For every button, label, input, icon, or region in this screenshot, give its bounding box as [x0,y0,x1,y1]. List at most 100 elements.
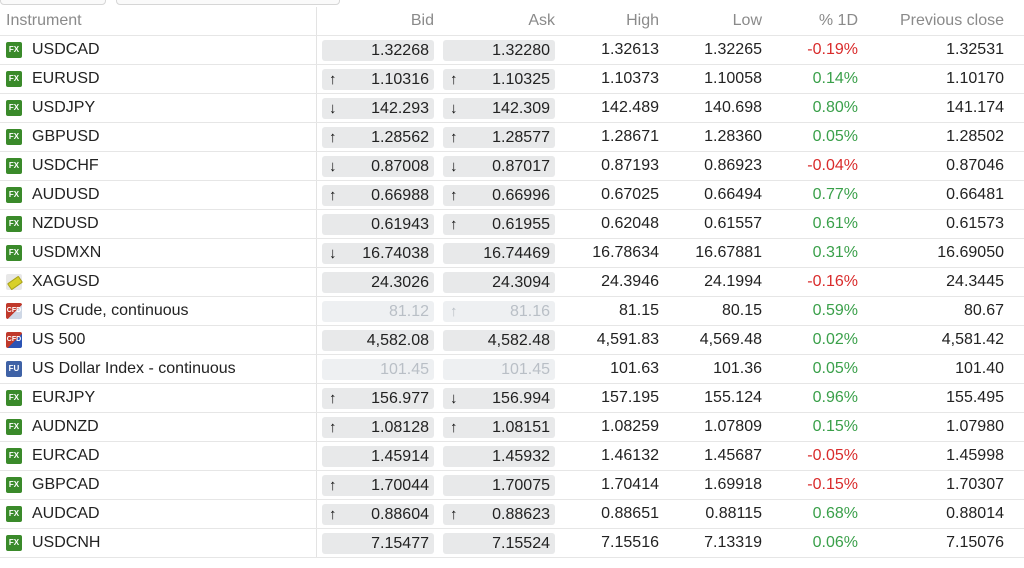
instrument-cell[interactable]: FX USDJPY [6,94,311,122]
column-separator[interactable] [316,7,317,35]
bid-button[interactable]: 4,582.08 [322,330,434,351]
ask-trend-arrow-icon: ↑ [450,303,458,320]
bid-button[interactable]: ↑ 1.70044 [322,475,434,496]
ask-button[interactable]: ↑ 1.08151 [443,417,555,438]
table-row[interactable]: FX USDCNH 7.15477 7.15524 7.15516 7.13319 0.06… [0,529,1024,558]
table-header: Instrument Bid Ask High Low % 1D Previou… [0,7,1024,36]
ask-button[interactable]: ↑ 0.61955 [443,214,555,235]
table-row[interactable]: CFD US 500 4,582.08 4,582.48 4,591.83 4,569.4… [0,326,1024,355]
ask-button[interactable]: 1.32280 [443,40,555,61]
instrument-cell[interactable]: XAGUSD [6,268,311,296]
ask-button[interactable]: 101.45 [443,359,555,380]
table-row[interactable]: CFD US Crude, continuous 81.12 ↑ 81.16 81.15 8… [0,297,1024,326]
instrument-cell[interactable]: FX USDCNH [6,529,311,557]
ask-button[interactable]: 1.45932 [443,446,555,467]
instrument-name: AUDNZD [32,418,99,435]
ask-button[interactable]: 16.74469 [443,243,555,264]
ask-value: 1.45932 [492,448,550,465]
bid-button[interactable]: 101.45 [322,359,434,380]
bid-button[interactable]: 81.12 [322,301,434,322]
table-row[interactable]: FX USDCAD 1.32268 1.32280 1.32613 1.32265 -0.1… [0,36,1024,65]
bid-button[interactable]: ↑ 1.08128 [322,417,434,438]
column-separator [316,442,317,470]
ask-button[interactable]: ↑ 1.28577 [443,127,555,148]
instrument-cell[interactable]: FX EURJPY [6,384,311,412]
high-value: 0.88651 [601,505,659,522]
ask-button[interactable]: ↑ 0.88623 [443,504,555,525]
table-row[interactable]: FX NZDUSD 0.61943 ↑ 0.61955 0.62048 0.61557 0.6… [0,210,1024,239]
ask-button[interactable]: ↓ 142.309 [443,98,555,119]
bid-button[interactable]: 1.45914 [322,446,434,467]
table-row[interactable]: FU US Dollar Index - continuous 101.45 101.… [0,355,1024,384]
bid-button[interactable]: 7.15477 [322,533,434,554]
ask-value: 0.87017 [492,158,550,175]
header-high[interactable]: High [560,7,659,35]
instrument-cell[interactable]: FX USDCAD [6,36,311,64]
table-row[interactable]: FX USDJPY ↓ 142.293 ↓ 142.309 142.489 140.698 0.… [0,94,1024,123]
change-1d-value: 0.61% [812,215,858,232]
ask-button[interactable]: ↑ 1.10325 [443,69,555,90]
toolbar-input-1[interactable] [0,0,106,5]
instrument-cell[interactable]: FX AUDNZD [6,413,311,441]
fx-badge-icon: FX [6,419,22,435]
header-pct-1d[interactable]: % 1D [768,7,858,35]
table-row[interactable]: FX USDMXN ↓ 16.74038 16.74469 16.78634 16.6788… [0,239,1024,268]
instrument-cell[interactable]: CFD US 500 [6,326,311,354]
header-previous-close[interactable]: Previous close [864,7,1004,35]
instrument-cell[interactable]: FX AUDUSD [6,181,311,209]
table-row[interactable]: FX AUDUSD ↑ 0.66988 ↑ 0.66996 0.67025 0.66494 0.… [0,181,1024,210]
ask-button[interactable]: 1.70075 [443,475,555,496]
bid-button[interactable]: ↑ 0.66988 [322,185,434,206]
header-instrument[interactable]: Instrument [6,7,311,35]
header-bid[interactable]: Bid [322,7,434,35]
bid-value: 1.08128 [371,419,429,436]
instrument-cell[interactable]: FX GBPCAD [6,471,311,499]
change-1d-value: -0.15% [807,476,858,493]
header-low[interactable]: Low [664,7,762,35]
bid-button[interactable]: 0.61943 [322,214,434,235]
table-row[interactable]: FX AUDCAD ↑ 0.88604 ↑ 0.88623 0.88651 0.88115 0.… [0,500,1024,529]
bid-button[interactable]: 1.32268 [322,40,434,61]
instrument-cell[interactable]: FX EURUSD [6,65,311,93]
table-row[interactable]: FX GBPCAD ↑ 1.70044 1.70075 1.70414 1.69918 -0.… [0,471,1024,500]
ask-button[interactable]: ↑ 0.66996 [443,185,555,206]
toolbar-input-2[interactable] [116,0,340,5]
header-ask[interactable]: Ask [443,7,555,35]
instrument-cell[interactable]: FX EURCAD [6,442,311,470]
bid-button[interactable]: 24.3026 [322,272,434,293]
ask-button[interactable]: 7.15524 [443,533,555,554]
table-row[interactable]: FX EURCAD 1.45914 1.45932 1.46132 1.45687 -0.0… [0,442,1024,471]
table-row[interactable]: FX USDCHF ↓ 0.87008 ↓ 0.87017 0.87193 0.86923 -0… [0,152,1024,181]
instrument-cell[interactable]: FX NZDUSD [6,210,311,238]
bid-button[interactable]: ↑ 1.28562 [322,127,434,148]
bid-button[interactable]: ↓ 16.74038 [322,243,434,264]
ask-button[interactable]: ↓ 156.994 [443,388,555,409]
bid-button[interactable]: ↑ 156.977 [322,388,434,409]
ask-button[interactable]: 24.3094 [443,272,555,293]
ask-value: 1.32280 [492,42,550,59]
ask-button[interactable]: ↓ 0.87017 [443,156,555,177]
table-row[interactable]: XAGUSD 24.3026 24.3094 24.3946 24.1994 -0.16%… [0,268,1024,297]
instrument-cell[interactable]: FX USDCHF [6,152,311,180]
table-row[interactable]: FX GBPUSD ↑ 1.28562 ↑ 1.28577 1.28671 1.28360 0.… [0,123,1024,152]
low-value: 16.67881 [695,244,762,261]
ask-trend-arrow-icon: ↑ [450,506,458,523]
table-row[interactable]: FX EURJPY ↑ 156.977 ↓ 156.994 157.195 155.124 0.… [0,384,1024,413]
instrument-cell[interactable]: FU US Dollar Index - continuous [6,355,311,383]
bid-button[interactable]: ↓ 142.293 [322,98,434,119]
ask-button[interactable]: 4,582.48 [443,330,555,351]
bid-button[interactable]: ↑ 0.88604 [322,504,434,525]
table-row[interactable]: FX EURUSD ↑ 1.10316 ↑ 1.10325 1.10373 1.10058 0.… [0,65,1024,94]
instrument-cell[interactable]: FX USDMXN [6,239,311,267]
column-separator [316,181,317,209]
instrument-cell[interactable]: FX GBPUSD [6,123,311,151]
ask-button[interactable]: ↑ 81.16 [443,301,555,322]
instrument-cell[interactable]: FX AUDCAD [6,500,311,528]
instrument-cell[interactable]: CFD US Crude, continuous [6,297,311,325]
previous-close-value: 0.87046 [946,157,1004,174]
high-value: 101.63 [610,360,659,377]
ask-trend-arrow-icon: ↓ [450,158,458,175]
bid-button[interactable]: ↓ 0.87008 [322,156,434,177]
bid-button[interactable]: ↑ 1.10316 [322,69,434,90]
table-row[interactable]: FX AUDNZD ↑ 1.08128 ↑ 1.08151 1.08259 1.07809 0.… [0,413,1024,442]
